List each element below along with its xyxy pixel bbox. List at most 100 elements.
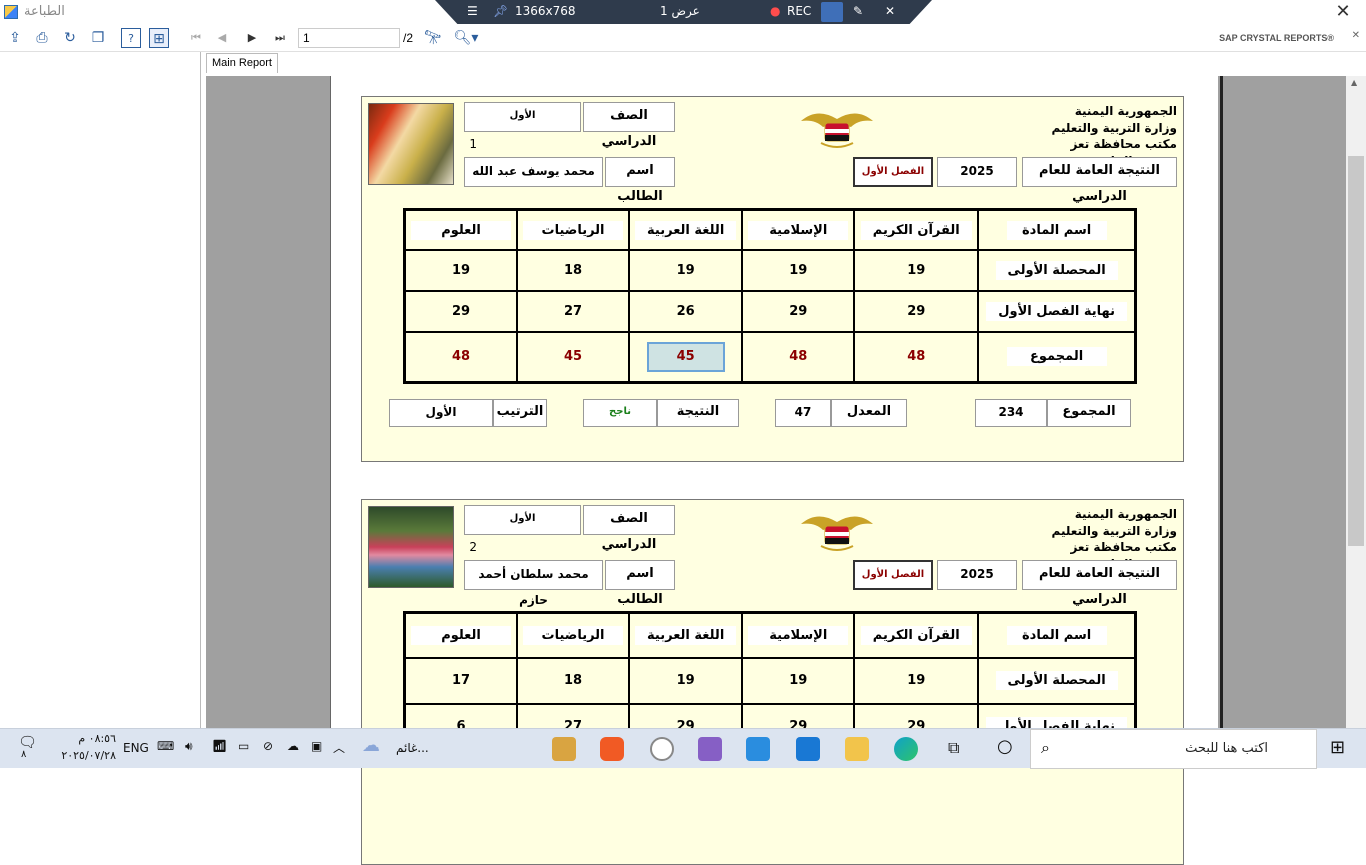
- result-label: النتيجة العامة للعام الدراسي: [1022, 157, 1177, 204]
- tab-main-report[interactable]: Main Report: [206, 53, 278, 73]
- result-status-label: النتيجة: [657, 399, 739, 427]
- language-indicator[interactable]: ENG: [123, 741, 149, 755]
- table-cell: 29: [853, 289, 980, 333]
- tree-toggle-icon[interactable]: ⊞: [149, 28, 169, 48]
- table-cell: 29: [741, 289, 856, 333]
- page-edge: [1220, 76, 1223, 728]
- table-cell: 19: [853, 249, 980, 292]
- edge-browser-icon[interactable]: [894, 737, 918, 761]
- total-label: المجموع: [1047, 399, 1131, 427]
- student-number: 2: [469, 540, 477, 554]
- table-cell: 45: [516, 330, 631, 384]
- school-app-icon[interactable]: [552, 737, 576, 761]
- mail-icon[interactable]: [796, 737, 820, 761]
- clock-date[interactable]: ٢٠٢٥/٠٧/٢٨: [56, 749, 116, 762]
- scroll-thumb[interactable]: [1348, 156, 1364, 546]
- first-page-icon[interactable]: ⏮: [186, 28, 206, 48]
- copy-icon[interactable]: ❐: [88, 28, 108, 48]
- close-session-icon[interactable]: ✕: [885, 4, 895, 18]
- student-name: محمد سلطان أحمد حازم: [464, 560, 603, 607]
- print-icon[interactable]: ⎙: [32, 28, 52, 48]
- refresh-icon[interactable]: ↻: [60, 28, 80, 48]
- find-icon[interactable]: 🔭︎: [423, 28, 443, 48]
- column-header: الرياضيات: [523, 220, 624, 240]
- remote-app-icon[interactable]: [650, 737, 674, 761]
- page-number-input[interactable]: [298, 28, 400, 48]
- national-emblem-icon: [801, 113, 873, 148]
- network-off-icon[interactable]: ⊘: [263, 739, 273, 753]
- taskbar: 🗨︎ ٨ ٠٨:٥٦ م ٢٠٢٥/٠٧/٢٨ ENG ⌨︎ 🔊︎ 📶︎ ▭ ⊘…: [0, 728, 1366, 769]
- table-cell: 18: [516, 657, 631, 705]
- table-row: المجموع 48 48 45 45 48: [403, 330, 1137, 384]
- visual-studio-icon[interactable]: [698, 737, 722, 761]
- table-cell: 48: [853, 330, 980, 384]
- remote-screen-icon[interactable]: [821, 2, 843, 22]
- weather-icon[interactable]: ☁︎: [362, 735, 380, 756]
- student-photo: [368, 103, 454, 185]
- device-icon[interactable]: ▣: [311, 739, 322, 753]
- show-hidden-icons[interactable]: ︿: [333, 739, 345, 756]
- row-label: نهاية الفصل الأول: [986, 301, 1127, 321]
- view-label[interactable]: عرض 1: [660, 4, 700, 18]
- keyboard-icon[interactable]: ⌨︎: [157, 739, 174, 753]
- export-icon[interactable]: ⇪: [5, 28, 25, 48]
- menu-icon[interactable]: ☰: [467, 4, 478, 18]
- column-header: العلوم: [411, 220, 512, 240]
- notification-count: ٨: [21, 749, 27, 760]
- column-header: القرآن الكريم: [860, 220, 972, 240]
- cloud-sync-icon[interactable]: ☁︎: [287, 739, 299, 753]
- record-label[interactable]: REC: [787, 4, 811, 18]
- column-header: اسم المادة: [1006, 626, 1107, 646]
- table-cell: 48: [741, 330, 856, 384]
- wifi-icon[interactable]: 📶︎: [212, 739, 227, 753]
- next-page-icon[interactable]: ▶: [242, 28, 262, 48]
- report-card: الجمهورية اليمنية وزارة التربية والتعليم…: [361, 96, 1184, 462]
- table-cell: 19: [741, 249, 856, 292]
- battery-icon[interactable]: ▭: [238, 739, 249, 753]
- clock-time[interactable]: ٠٨:٥٦ م: [56, 732, 116, 745]
- scroll-up-icon[interactable]: ▲: [1351, 78, 1357, 87]
- table-cell: 29: [403, 289, 519, 333]
- table-cell: 48: [403, 330, 519, 384]
- remote-session-bar: ☰ 📌︎ 1366x768 عرض 1 ● REC ✎ ✕: [435, 0, 932, 24]
- column-header: اللغة العربية: [635, 220, 737, 240]
- average-value: 47: [775, 399, 831, 427]
- file-explorer-icon[interactable]: [845, 737, 869, 761]
- record-icon: ●: [770, 4, 781, 18]
- last-page-icon[interactable]: ⏭: [270, 28, 290, 48]
- table-cell: 19: [853, 657, 980, 705]
- year-value: 2025: [937, 157, 1017, 187]
- selected-cell[interactable]: 45: [646, 341, 725, 372]
- volume-icon[interactable]: 🔊︎: [185, 739, 193, 754]
- weather-label[interactable]: غائم...: [396, 741, 429, 755]
- row-label: المجموع: [1006, 347, 1107, 367]
- brave-browser-icon[interactable]: [600, 737, 624, 761]
- windows-start-icon[interactable]: ⊞: [1330, 737, 1345, 758]
- viewer-toolbar: ⇪ ⎙ ↻ ❐ ? ⊞ ⏮ ◀ ▶ ⏭ /2 🔭︎ 🔍︎▾ SAP CRYSTA…: [0, 24, 1366, 52]
- brand-label: SAP CRYSTAL REPORTS®: [1219, 33, 1334, 43]
- close-window-button[interactable]: ✕: [1328, 1, 1358, 23]
- pencil-icon[interactable]: ✎: [853, 4, 863, 18]
- close-view-icon[interactable]: ✕: [1352, 30, 1360, 41]
- row-label: المحصلة الأولى: [995, 671, 1118, 691]
- vscode-icon[interactable]: [746, 737, 770, 761]
- vertical-scrollbar[interactable]: ▲: [1346, 76, 1366, 728]
- zoom-icon[interactable]: 🔍︎▾: [451, 28, 481, 48]
- cortana-icon[interactable]: ○: [997, 736, 1013, 757]
- group-tree-panel: [0, 52, 201, 728]
- student-number: 1: [469, 137, 477, 151]
- table-cell: 18: [516, 249, 631, 292]
- table-cell: 19: [741, 657, 856, 705]
- help-icon[interactable]: ?: [121, 28, 141, 48]
- grade-label: الصف الدراسي: [583, 102, 675, 149]
- row-label: المحصلة الأولى: [995, 261, 1118, 281]
- prev-page-icon[interactable]: ◀: [212, 28, 232, 48]
- page-total: /2: [403, 31, 414, 45]
- student-photo: [368, 506, 454, 588]
- pin-icon[interactable]: 📌︎: [493, 4, 508, 18]
- student-name: محمد يوسف عبد الله: [464, 157, 603, 187]
- resolution-label: 1366x768: [515, 4, 576, 18]
- result-status-value: ناجح: [583, 399, 657, 427]
- taskbar-search[interactable]: اكتب هنا للبحث ⌕: [1030, 729, 1317, 769]
- task-view-icon[interactable]: ⧉: [948, 738, 959, 758]
